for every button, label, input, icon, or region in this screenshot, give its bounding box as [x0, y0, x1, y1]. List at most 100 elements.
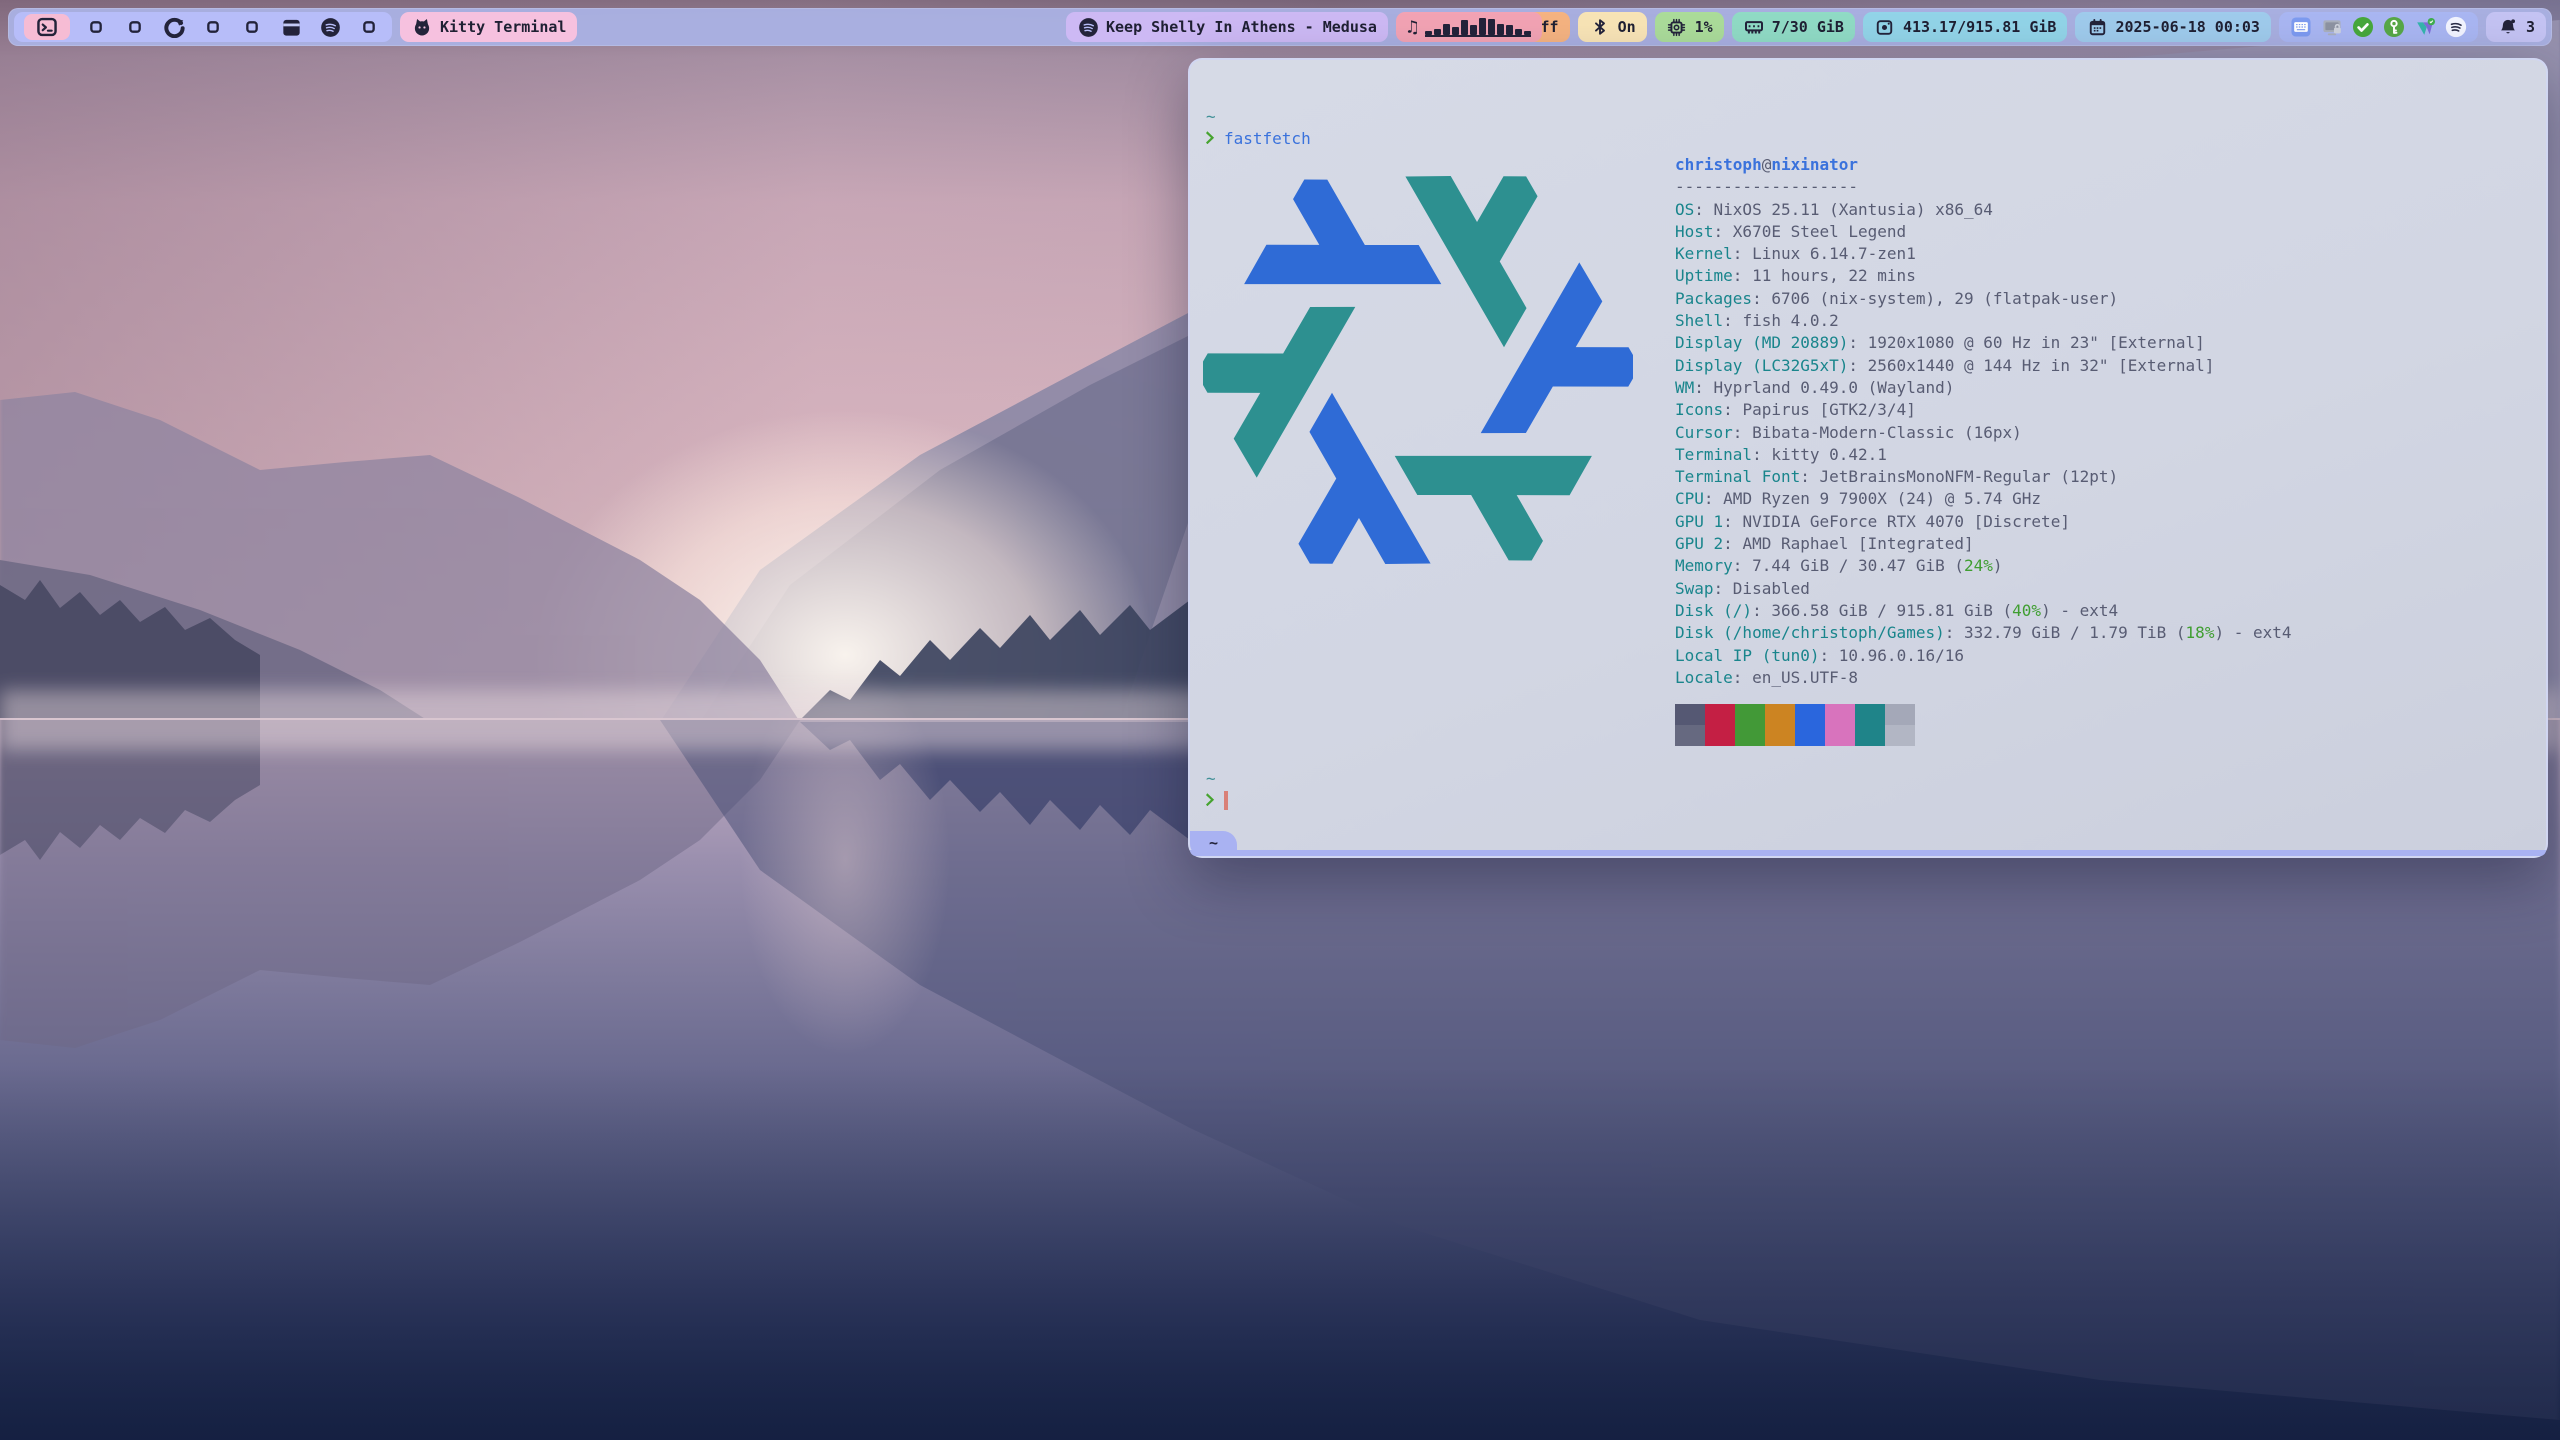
palette-swatch — [1855, 704, 1885, 725]
prompt-cwd: ~ — [1206, 768, 1228, 790]
prompt-chevron-icon — [1206, 793, 1215, 806]
prompt-command-line: fastfetch — [1206, 128, 1311, 150]
workspace-8[interactable] — [317, 14, 343, 40]
visualizer-bar — [1506, 25, 1513, 35]
fastfetch-line: Locale: en_US.UTF-8 — [1675, 667, 2292, 689]
clock-label: 2025-06-18 00:03 — [2115, 18, 2260, 36]
visualizer-bar — [1524, 31, 1531, 35]
palette-swatch — [1765, 725, 1795, 746]
visualizer-bar — [1434, 29, 1441, 35]
top-bar: Kitty Terminal Keep Shelly In Athens - M… — [8, 8, 2552, 46]
workspace-zen-browser-icon — [163, 16, 185, 38]
active-window-title: Kitty Terminal — [440, 18, 566, 36]
workspace-1-active[interactable] — [24, 14, 70, 40]
palette-swatch — [1795, 704, 1825, 725]
terminal-tab[interactable]: ~ — [1190, 831, 1237, 856]
visualizer-bar — [1479, 18, 1486, 35]
fastfetch-line: Host: X670E Steel Legend — [1675, 221, 2292, 243]
visualizer-bar — [1515, 29, 1522, 35]
visualizer-bar — [1443, 24, 1450, 35]
prompt-input-line[interactable] — [1206, 790, 1228, 812]
workspace-3[interactable] — [122, 14, 148, 40]
fastfetch-line: CPU: AMD Ryzen 9 7900X (24) @ 5.74 GHz — [1675, 488, 2292, 510]
fastfetch-line: Icons: Papirus [GTK2/3/4] — [1675, 399, 2292, 421]
fastfetch-line: Display (MD 20889): 1920x1080 @ 60 Hz in… — [1675, 332, 2292, 354]
cat-icon — [411, 16, 433, 38]
palette-swatch — [1675, 725, 1705, 746]
workspace-5[interactable] — [200, 14, 226, 40]
audio-visualizer-bars — [1425, 18, 1531, 37]
terminal-window[interactable]: ~ fastfetch christoph@nixinator---------… — [1188, 58, 2548, 858]
disk-label: 413.17/915.81 GiB — [1903, 18, 2057, 36]
media-group: Keep Shelly In Athens - Medusa ♫ — [1066, 12, 1542, 42]
memory-label: 7/30 GiB — [1772, 18, 1844, 36]
visualizer-bar — [1470, 25, 1477, 35]
workspace-7[interactable] — [278, 14, 304, 40]
palette-swatch — [1825, 725, 1855, 746]
bell-icon — [2497, 16, 2519, 38]
screen-lock-icon[interactable] — [2321, 16, 2343, 38]
fastfetch-line: GPU 2: AMD Raphael [Integrated] — [1675, 533, 2292, 555]
audio-visualizer-pill[interactable]: ♫ — [1396, 12, 1542, 42]
fastfetch-line: Cursor: Bibata-Modern-Classic (16px) — [1675, 422, 2292, 444]
key-circle-icon[interactable] — [2383, 16, 2405, 38]
workspace-empty-icon — [241, 16, 263, 38]
spotify-light-icon[interactable] — [2445, 16, 2467, 38]
workspace-6[interactable] — [239, 14, 265, 40]
ram-icon — [1743, 16, 1765, 38]
now-playing-pill[interactable]: Keep Shelly In Athens - Medusa — [1066, 12, 1388, 42]
palette-swatch — [1675, 704, 1705, 725]
workspace-2[interactable] — [83, 14, 109, 40]
cpu-icon — [1666, 16, 1688, 38]
workspace-empty-icon — [202, 16, 224, 38]
clock-pill[interactable]: 2025-06-18 00:03 — [2075, 12, 2271, 42]
shell-prompt-current[interactable]: ~ — [1206, 768, 1228, 813]
palette-swatch — [1735, 725, 1765, 746]
system-tray-pill — [2279, 12, 2478, 42]
disk-pill[interactable]: 413.17/915.81 GiB — [1863, 12, 2068, 42]
workspace-empty-icon — [85, 16, 107, 38]
palette-swatch — [1705, 725, 1735, 746]
fastfetch-line: Kernel: Linux 6.14.7-zen1 — [1675, 243, 2292, 265]
fastfetch-line: christoph@nixinator — [1675, 154, 2292, 176]
fastfetch-line: Shell: fish 4.0.2 — [1675, 310, 2292, 332]
visualizer-bar — [1488, 19, 1495, 35]
music-note-icon: ♫ — [1407, 17, 1418, 38]
fastfetch-line: Terminal Font: JetBrainsMonoNFM-Regular … — [1675, 466, 2292, 488]
notification-pill[interactable]: 3 — [2486, 12, 2546, 42]
workspace-files-icon — [280, 16, 302, 38]
workspace-empty-icon — [124, 16, 146, 38]
fastfetch-line: Disk (/home/christoph/Games): 332.79 GiB… — [1675, 622, 2292, 644]
fastfetch-line: WM: Hyprland 0.49.0 (Wayland) — [1675, 377, 2292, 399]
cpu-label: 1% — [1695, 18, 1713, 36]
cpu-pill[interactable]: 1% — [1655, 12, 1724, 42]
visualizer-bar — [1425, 31, 1432, 35]
bluetooth-pill[interactable]: On — [1578, 12, 1647, 42]
memory-pill[interactable]: 7/30 GiB — [1732, 12, 1855, 42]
workspace-empty-icon — [358, 16, 380, 38]
workspace-9[interactable] — [356, 14, 382, 40]
workspace-4[interactable] — [161, 14, 187, 40]
now-playing-track: Keep Shelly In Athens - Medusa — [1106, 18, 1377, 36]
keyboard-icon[interactable] — [2290, 16, 2312, 38]
text-cursor — [1224, 791, 1228, 810]
active-window-pill[interactable]: Kitty Terminal — [400, 12, 577, 42]
notification-count: 3 — [2526, 18, 2535, 36]
visualizer-bar — [1452, 27, 1459, 34]
check-circle-icon[interactable] — [2352, 16, 2374, 38]
bluetooth-icon — [1589, 16, 1611, 38]
fastfetch-line: Disk (/): 366.58 GiB / 915.81 GiB (40%) … — [1675, 600, 2292, 622]
shell-prompt-previous: ~ fastfetch — [1206, 106, 1311, 151]
calendar-icon — [2086, 16, 2108, 38]
nixos-logo — [1203, 155, 1633, 585]
fastfetch-line: Packages: 6706 (nix-system), 29 (flatpak… — [1675, 288, 2292, 310]
fastfetch-output: christoph@nixinator-------------------OS… — [1675, 154, 2292, 689]
palette-swatch — [1795, 725, 1825, 746]
palette-swatch — [1765, 704, 1795, 725]
workspaces-pill — [14, 12, 392, 42]
wing-icon[interactable] — [2414, 16, 2436, 38]
fastfetch-line: OS: NixOS 25.11 (Xantusia) x86_64 — [1675, 199, 2292, 221]
spotify-icon — [1077, 16, 1099, 38]
palette-row-bright — [1675, 725, 1915, 746]
fastfetch-line: GPU 1: NVIDIA GeForce RTX 4070 [Discrete… — [1675, 511, 2292, 533]
